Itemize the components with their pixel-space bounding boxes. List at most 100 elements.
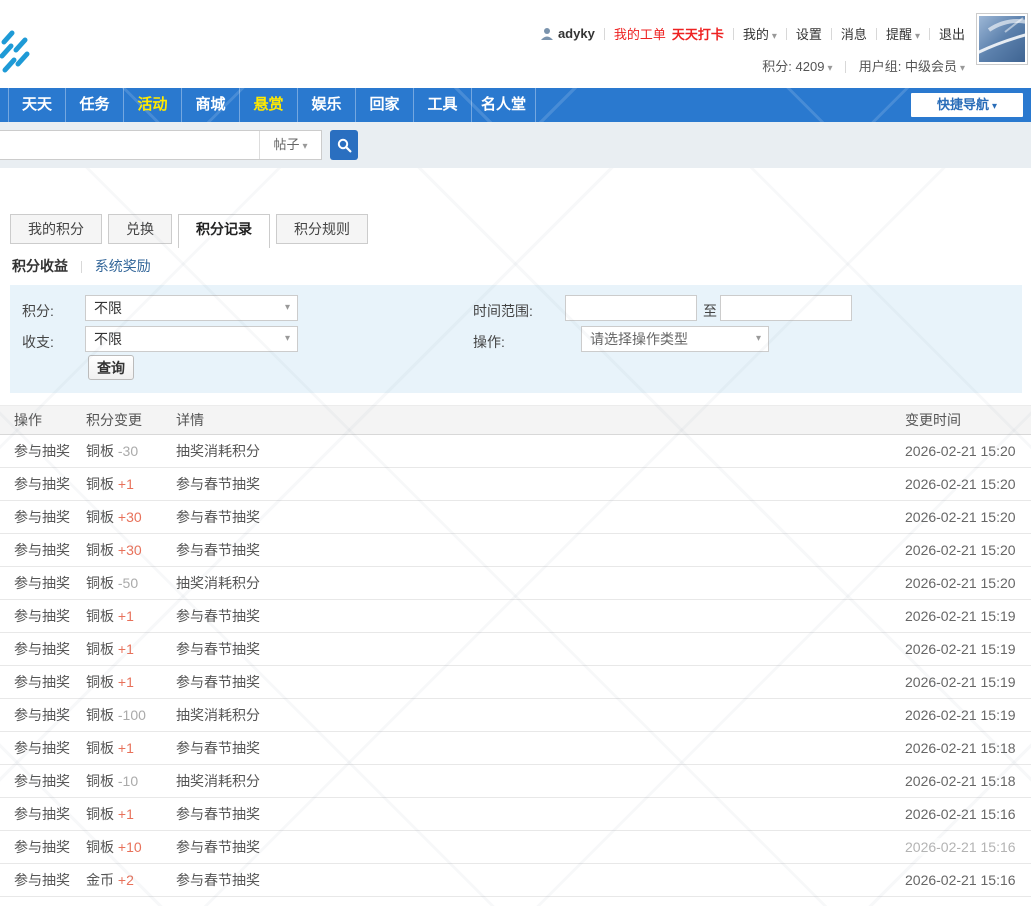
- divider: [786, 28, 787, 40]
- divider: [733, 28, 734, 40]
- cell-time: 2026-02-21 15:19: [905, 608, 1031, 624]
- logout-link[interactable]: 退出: [939, 24, 965, 43]
- cell-time: 2026-02-21 15:20: [905, 575, 1031, 591]
- cell-action: 参与抽奖: [0, 771, 86, 791]
- cell-action: 参与抽奖: [0, 507, 86, 527]
- my-menu[interactable]: 我的▾: [743, 24, 777, 43]
- query-button[interactable]: 查询: [88, 355, 134, 380]
- nav-menu: 天天任务活动商城悬赏娱乐回家工具名人堂: [8, 88, 536, 122]
- action-filter-label: 操作:: [473, 332, 505, 352]
- cell-detail: 抽奖消耗积分: [176, 441, 905, 461]
- time-range-label: 时间范围:: [473, 301, 533, 321]
- tab[interactable]: 我的积分: [10, 214, 102, 244]
- tab[interactable]: 积分规则: [276, 214, 368, 244]
- points-dropdown[interactable]: 积分: 4209▾: [762, 59, 832, 74]
- quick-nav-button[interactable]: 快捷导航▾: [911, 93, 1023, 117]
- cell-change: 铜板 +30: [86, 540, 176, 560]
- nav-item[interactable]: 悬赏: [240, 88, 298, 122]
- table-row: 参与抽奖 铜板 +10 参与春节抽奖 2026-02-21 15:16: [0, 831, 1031, 864]
- cell-time: 2026-02-21 15:16: [905, 806, 1031, 822]
- table-row: 参与抽奖 铜板 -100 抽奖消耗积分 2026-02-21 15:19: [0, 699, 1031, 732]
- table-header-row: 操作 积分变更 详情 变更时间: [0, 405, 1031, 435]
- cell-action: 参与抽奖: [0, 672, 86, 692]
- cell-action: 参与抽奖: [0, 870, 86, 890]
- cell-change: 铜板 +1: [86, 606, 176, 626]
- cell-action: 参与抽奖: [0, 639, 86, 659]
- search-type-dropdown[interactable]: 帖子▾: [259, 131, 321, 159]
- nav-item[interactable]: 天天: [8, 88, 66, 122]
- notice-menu[interactable]: 提醒▾: [886, 24, 920, 43]
- settings-link[interactable]: 设置: [796, 24, 822, 43]
- inout-filter-select[interactable]: 不限▾: [85, 326, 298, 352]
- table-row: 参与抽奖 铜板 +1 参与春节抽奖 2026-02-21 15:18: [0, 732, 1031, 765]
- user-stats-row: 积分: 4209▾ 用户组: 中级会员▾: [540, 56, 965, 75]
- search-button[interactable]: [330, 130, 358, 160]
- cell-action: 参与抽奖: [0, 540, 86, 560]
- divider: [845, 61, 846, 73]
- search-input[interactable]: [0, 131, 259, 159]
- nav-item[interactable]: 活动: [124, 88, 182, 122]
- nav-item[interactable]: 回家: [356, 88, 414, 122]
- cell-action: 参与抽奖: [0, 738, 86, 758]
- cell-time: 2026-02-21 15:20: [905, 476, 1031, 492]
- cell-change: 金币 +2: [86, 870, 176, 890]
- chevron-down-icon: ▾: [302, 141, 307, 152]
- filter-panel: 积分: 不限▾ 收支: 不限▾ 时间范围: 至 操作: 请选择操作类型▾ 查询: [10, 285, 1022, 393]
- time-from-input[interactable]: [565, 295, 697, 321]
- cell-action: 参与抽奖: [0, 705, 86, 725]
- nav-item[interactable]: 娱乐: [298, 88, 356, 122]
- chevron-down-icon: ▾: [772, 31, 777, 42]
- table-row: 参与抽奖 铜板 -30 抽奖消耗积分 2026-02-21 15:20: [0, 435, 1031, 468]
- cell-action: 参与抽奖: [0, 474, 86, 494]
- table-row: 参与抽奖 铜板 +30 参与春节抽奖 2026-02-21 15:20: [0, 534, 1031, 567]
- cell-detail: 参与春节抽奖: [176, 870, 905, 890]
- cell-action: 参与抽奖: [0, 606, 86, 626]
- avatar[interactable]: [976, 13, 1028, 65]
- nav-item[interactable]: 商城: [182, 88, 240, 122]
- tab[interactable]: 积分记录: [178, 214, 270, 248]
- my-ticket-link[interactable]: 我的工单: [614, 24, 666, 43]
- subnav: 积分收益 系统奖励: [12, 256, 151, 276]
- chevron-down-icon: ▾: [756, 327, 761, 351]
- cell-change: 铜板 -100: [86, 705, 176, 725]
- table-row: 参与抽奖 金币 +2 参与春节抽奖 2026-02-21 15:16: [0, 864, 1031, 897]
- col-header-detail: 详情: [176, 410, 905, 430]
- nav-item[interactable]: 工具: [414, 88, 472, 122]
- cell-change: 铜板 -30: [86, 441, 176, 461]
- chevron-down-icon: ▾: [915, 31, 920, 42]
- divider: [831, 28, 832, 40]
- cell-detail: 抽奖消耗积分: [176, 771, 905, 791]
- time-to-input[interactable]: [720, 295, 852, 321]
- subnav-system-reward[interactable]: 系统奖励: [95, 258, 151, 274]
- usergroup-dropdown[interactable]: 用户组: 中级会员▾: [859, 59, 965, 74]
- table-row: 参与抽奖 铜板 +1 参与春节抽奖 2026-02-21 15:19: [0, 666, 1031, 699]
- points-filter-select[interactable]: 不限▾: [85, 295, 298, 321]
- cell-detail: 抽奖消耗积分: [176, 573, 905, 593]
- table-body: 参与抽奖 铜板 -30 抽奖消耗积分 2026-02-21 15:20 参与抽奖…: [0, 435, 1031, 897]
- nav-item[interactable]: 名人堂: [472, 88, 536, 122]
- table-row: 参与抽奖 铜板 -10 抽奖消耗积分 2026-02-21 15:18: [0, 765, 1031, 798]
- chevron-down-icon: ▾: [960, 63, 965, 74]
- nav-item[interactable]: 任务: [66, 88, 124, 122]
- cell-detail: 抽奖消耗积分: [176, 705, 905, 725]
- divider: [876, 28, 877, 40]
- divider: [604, 28, 605, 40]
- table-row: 参与抽奖 铜板 +1 参与春节抽奖 2026-02-21 15:19: [0, 633, 1031, 666]
- username[interactable]: adyky: [558, 26, 595, 41]
- cell-change: 铜板 +1: [86, 639, 176, 659]
- cell-detail: 参与春节抽奖: [176, 639, 905, 659]
- subnav-points-income[interactable]: 积分收益: [12, 258, 68, 274]
- cell-time: 2026-02-21 15:18: [905, 773, 1031, 789]
- action-filter-select[interactable]: 请选择操作类型▾: [581, 326, 769, 352]
- cell-time: 2026-02-21 15:16: [905, 839, 1031, 855]
- cell-detail: 参与春节抽奖: [176, 804, 905, 824]
- cell-detail: 参与春节抽奖: [176, 474, 905, 494]
- tab[interactable]: 兑换: [108, 214, 172, 244]
- messages-link[interactable]: 消息: [841, 24, 867, 43]
- table-row: 参与抽奖 铜板 +30 参与春节抽奖 2026-02-21 15:20: [0, 501, 1031, 534]
- user-links-row: adyky 我的工单 天天打卡 我的▾ 设置 消息 提醒▾ 退出: [540, 24, 965, 43]
- daily-checkin-link[interactable]: 天天打卡: [672, 24, 724, 43]
- to-label: 至: [703, 301, 717, 321]
- col-header-time: 变更时间: [905, 410, 1031, 430]
- cell-detail: 参与春节抽奖: [176, 837, 905, 857]
